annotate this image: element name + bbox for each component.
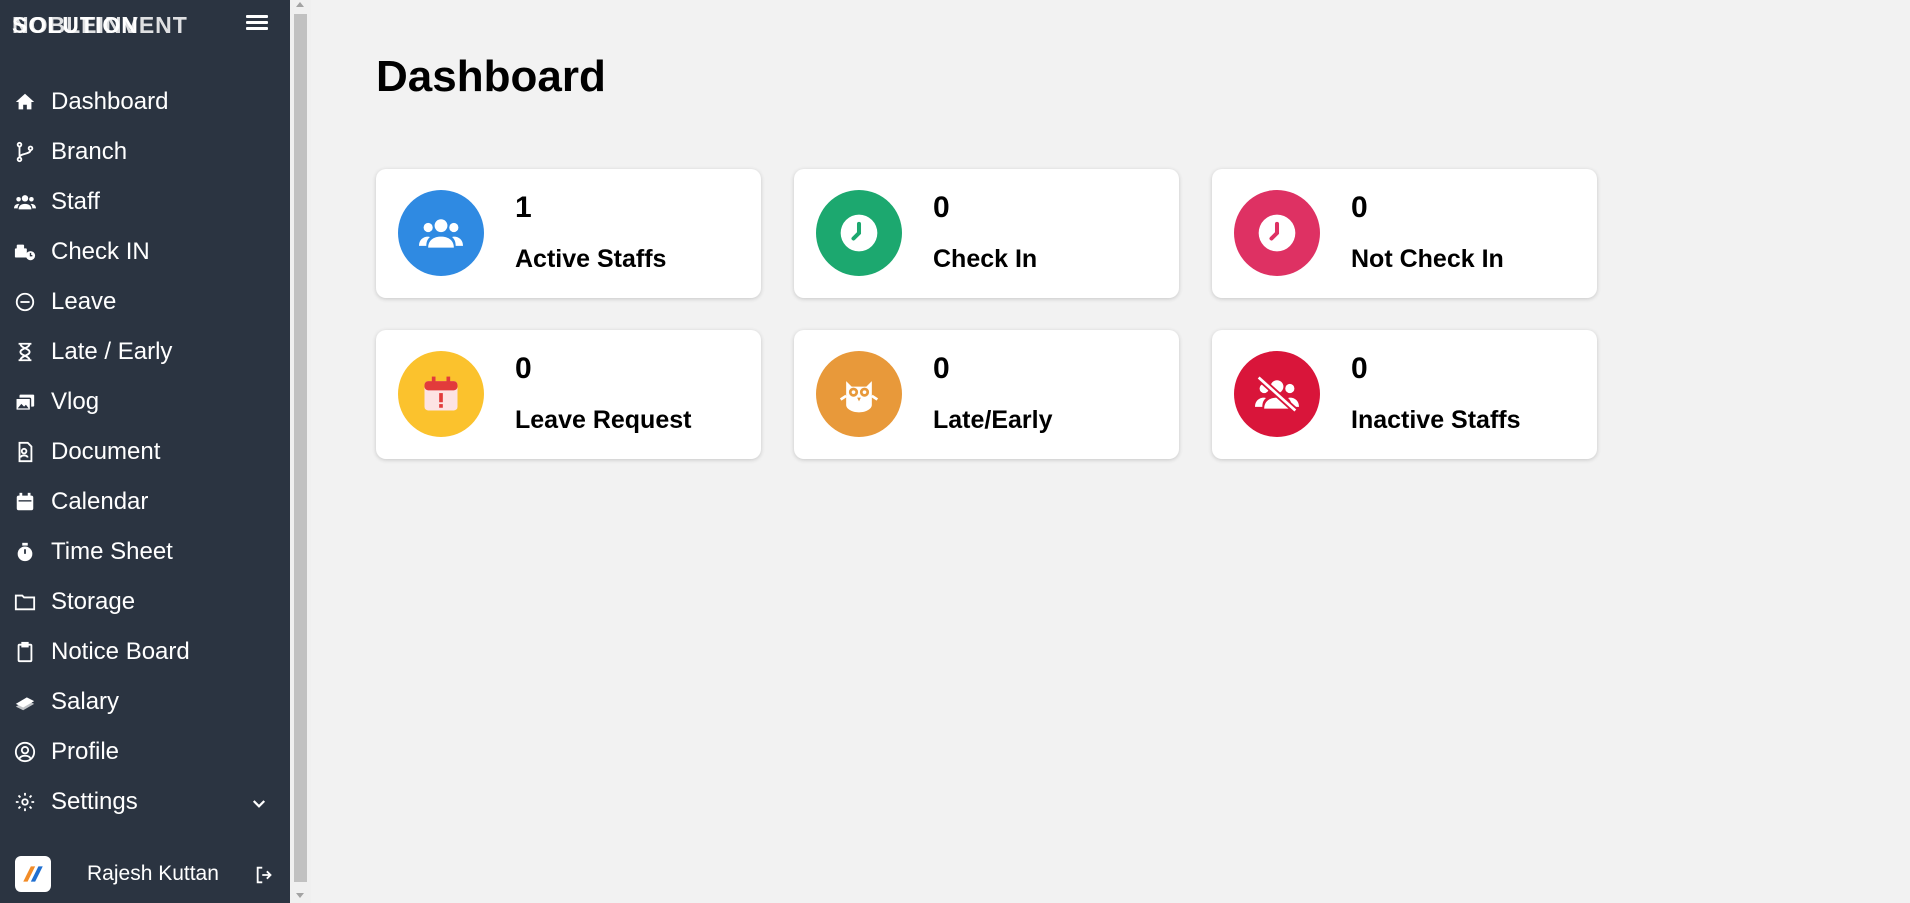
sidebar-item-label: Settings bbox=[51, 788, 138, 815]
chevron-down-icon[interactable] bbox=[250, 792, 268, 810]
stat-card-late-early[interactable]: 0 Late/Early bbox=[794, 330, 1179, 459]
stat-card-leave-request[interactable]: 0 Leave Request bbox=[376, 330, 761, 459]
sidebar-item-settings[interactable]: Settings bbox=[0, 777, 290, 827]
sidebar-item-late-early[interactable]: Late / Early bbox=[0, 327, 290, 377]
folder-icon bbox=[13, 590, 37, 614]
users-icon bbox=[13, 190, 37, 214]
stat-cards: 1 Active Staffs 0 Check In 0 Not Check I… bbox=[376, 169, 1597, 459]
sidebar-item-label: Vlog bbox=[51, 388, 100, 415]
stopwatch-icon bbox=[13, 540, 37, 564]
sidebar-item-storage[interactable]: Storage bbox=[0, 577, 290, 627]
sidebar: NOBLEINVENT SOLUTION Dashboard Branch St… bbox=[0, 0, 290, 903]
stat-value: 0 bbox=[933, 191, 950, 224]
sidebar-item-label: Storage bbox=[51, 588, 136, 615]
sidebar-menu: Dashboard Branch Staff Check IN Leave La… bbox=[0, 77, 290, 827]
sidebar-item-label: Salary bbox=[51, 688, 120, 715]
sidebar-item-label: Dashboard bbox=[51, 88, 169, 115]
sidebar-item-label: Document bbox=[51, 438, 161, 465]
menu-toggle-icon[interactable] bbox=[246, 12, 268, 34]
user-footer: Rajesh Kuttan bbox=[0, 852, 290, 897]
money-bills-icon bbox=[13, 690, 37, 714]
sidebar-item-branch[interactable]: Branch bbox=[0, 127, 290, 177]
gear-icon bbox=[13, 790, 37, 814]
logout-icon[interactable] bbox=[254, 864, 276, 886]
calendar-icon bbox=[13, 490, 37, 514]
sidebar-item-document[interactable]: Document bbox=[0, 427, 290, 477]
brand-logo-text: NOBLEINVENT SOLUTION bbox=[12, 12, 187, 39]
sidebar-item-label: Leave bbox=[51, 288, 117, 315]
stat-value: 1 bbox=[515, 191, 532, 224]
sidebar-item-notice-board[interactable]: Notice Board bbox=[0, 627, 290, 677]
stat-card-not-check-in[interactable]: 0 Not Check In bbox=[1212, 169, 1597, 298]
avatar[interactable] bbox=[15, 856, 51, 892]
stat-label: Late/Early bbox=[933, 406, 1053, 434]
sidebar-item-profile[interactable]: Profile bbox=[0, 727, 290, 777]
images-icon bbox=[13, 390, 37, 414]
sidebar-item-dashboard[interactable]: Dashboard bbox=[0, 77, 290, 127]
users-icon bbox=[398, 190, 484, 276]
home-icon bbox=[13, 90, 37, 114]
clipboard-icon bbox=[13, 640, 37, 664]
stat-label: Active Staffs bbox=[515, 245, 667, 273]
branch-icon bbox=[13, 140, 37, 164]
sidebar-item-label: Profile bbox=[51, 738, 120, 765]
stat-value: 0 bbox=[1351, 352, 1368, 385]
sidebar-item-label: Staff bbox=[51, 188, 100, 215]
sidebar-item-label: Branch bbox=[51, 138, 128, 165]
sidebar-item-salary[interactable]: Salary bbox=[0, 677, 290, 727]
user-circle-icon bbox=[13, 740, 37, 764]
sidebar-item-staff[interactable]: Staff bbox=[0, 177, 290, 227]
sidebar-item-label: Time Sheet bbox=[51, 538, 173, 565]
stat-value: 0 bbox=[933, 352, 950, 385]
sidebar-item-leave[interactable]: Leave bbox=[0, 277, 290, 327]
sidebar-item-time-sheet[interactable]: Time Sheet bbox=[0, 527, 290, 577]
sidebar-item-label: Notice Board bbox=[51, 638, 190, 665]
users-slash-icon bbox=[1234, 351, 1320, 437]
scrollbar-thumb[interactable] bbox=[294, 14, 307, 882]
id-document-icon bbox=[13, 440, 37, 464]
sidebar-item-calendar[interactable]: Calendar bbox=[0, 477, 290, 527]
stat-label: Inactive Staffs bbox=[1351, 406, 1521, 434]
stat-label: Leave Request bbox=[515, 406, 692, 434]
sidebar-item-label: Calendar bbox=[51, 488, 149, 515]
brand-text: SOLUTION bbox=[12, 12, 139, 38]
page-title: Dashboard bbox=[376, 52, 606, 101]
clock-icon bbox=[1234, 190, 1320, 276]
stat-card-inactive-staffs[interactable]: 0 Inactive Staffs bbox=[1212, 330, 1597, 459]
stat-label: Not Check In bbox=[1351, 245, 1504, 273]
stat-value: 0 bbox=[1351, 191, 1368, 224]
stat-label: Check In bbox=[933, 245, 1038, 273]
stat-card-check-in[interactable]: 0 Check In bbox=[794, 169, 1179, 298]
hourglass-icon bbox=[13, 340, 37, 364]
sidebar-item-label: Check IN bbox=[51, 238, 150, 265]
sidebar-scrollbar[interactable] bbox=[290, 0, 311, 903]
user-name: Rajesh Kuttan bbox=[87, 862, 219, 885]
stat-card-active-staffs[interactable]: 1 Active Staffs bbox=[376, 169, 761, 298]
minus-circle-icon bbox=[13, 290, 37, 314]
scroll-down-arrow-icon[interactable] bbox=[296, 893, 304, 898]
sidebar-item-check-in[interactable]: Check IN bbox=[0, 227, 290, 277]
sidebar-item-vlog[interactable]: Vlog bbox=[0, 377, 290, 427]
calendar-alert-icon bbox=[398, 351, 484, 437]
owl-icon bbox=[816, 351, 902, 437]
stat-value: 0 bbox=[515, 352, 532, 385]
sidebar-item-label: Late / Early bbox=[51, 338, 173, 365]
scroll-up-arrow-icon[interactable] bbox=[296, 2, 304, 7]
clock-icon bbox=[816, 190, 902, 276]
truck-clock-icon bbox=[13, 240, 37, 264]
